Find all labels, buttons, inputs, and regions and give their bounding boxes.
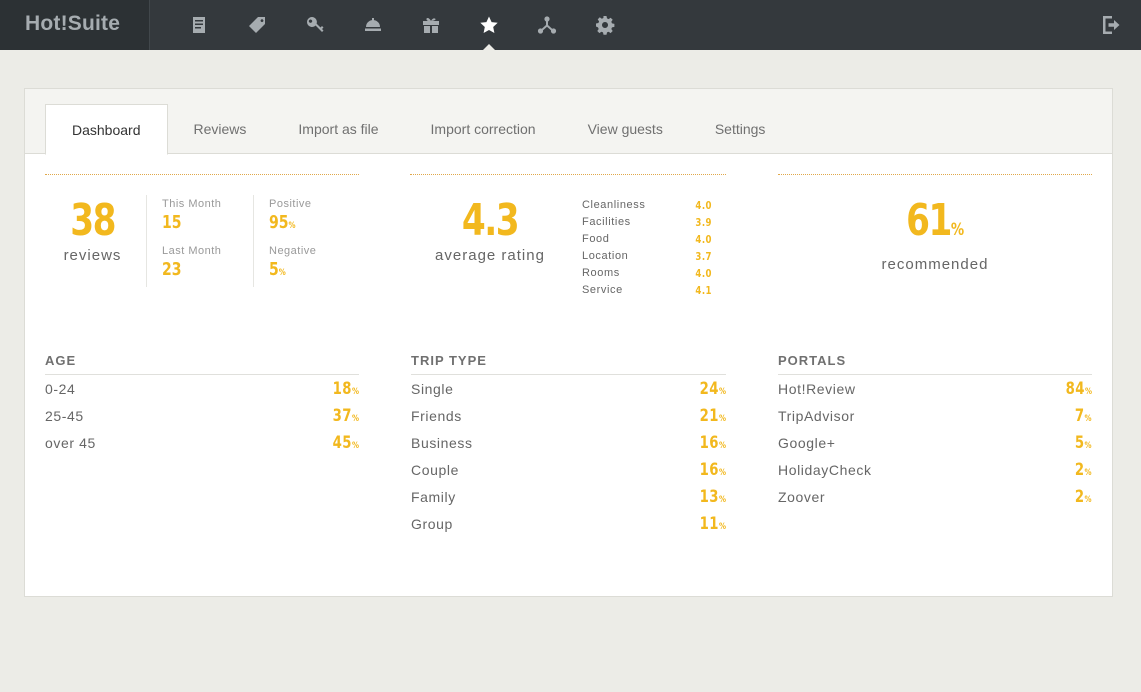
list-item: Group 11% bbox=[411, 513, 726, 534]
nav-item-reviews[interactable] bbox=[460, 0, 518, 50]
rating-row: Food 4.0 bbox=[582, 233, 712, 246]
negative-label: Negative bbox=[269, 245, 317, 257]
rating-row: Location 3.7 bbox=[582, 250, 712, 263]
list-item: Family 13% bbox=[411, 486, 726, 507]
rating-row: Facilities 3.9 bbox=[582, 216, 712, 229]
this-month-value: 15 bbox=[162, 212, 182, 233]
dashboard-panel: Dashboard Reviews Import as file Import … bbox=[24, 88, 1113, 597]
nav-icon-bar bbox=[170, 0, 634, 50]
gift-icon bbox=[423, 17, 439, 33]
reviews-summary: 38 reviews This Month 15 Last Month 23 P… bbox=[45, 174, 359, 304]
list-item: Hot!Review 84% bbox=[778, 378, 1092, 399]
list-item: over 45 45% bbox=[45, 432, 359, 453]
top-navigation-bar: Hot!Suite bbox=[0, 0, 1141, 50]
age-list: AGE 0-24 18% 25-45 37% over 45 45% bbox=[45, 353, 359, 456]
rating-row: Cleanliness 4.0 bbox=[582, 199, 712, 212]
gear-icon bbox=[596, 16, 615, 35]
trip-type-heading: TRIP TYPE bbox=[411, 353, 726, 375]
rating-summary: 4.3 average rating Cleanliness 4.0 Facili… bbox=[410, 174, 726, 304]
nav-item-gifts[interactable] bbox=[402, 0, 460, 50]
list-item: Friends 21% bbox=[411, 405, 726, 426]
tab-view-guests[interactable]: View guests bbox=[562, 104, 689, 154]
reviews-label: reviews bbox=[63, 247, 122, 264]
recommended-value: 61% bbox=[906, 195, 964, 246]
reviews-count: 38 bbox=[70, 195, 116, 246]
tab-import-as-file[interactable]: Import as file bbox=[272, 104, 404, 154]
last-month-label: Last Month bbox=[162, 245, 222, 257]
positive-value: 95% bbox=[269, 212, 296, 233]
nav-item-service[interactable] bbox=[344, 0, 402, 50]
network-icon bbox=[537, 16, 557, 34]
key-icon bbox=[307, 17, 324, 32]
logout-button[interactable] bbox=[1101, 14, 1123, 36]
list-item: 25-45 37% bbox=[45, 405, 359, 426]
trip-type-list: TRIP TYPE Single 24% Friends 21% Business 1… bbox=[411, 353, 726, 537]
portals-heading: PORTALS bbox=[778, 353, 1092, 375]
tab-dashboard[interactable]: Dashboard bbox=[45, 104, 168, 155]
recommended-summary: 61% recommended bbox=[778, 174, 1092, 304]
divider bbox=[146, 195, 147, 287]
list-item: 0-24 18% bbox=[45, 378, 359, 399]
this-month-label: This Month bbox=[162, 198, 222, 210]
average-rating-value: 4.3 bbox=[461, 195, 520, 246]
list-item: Business 16% bbox=[411, 432, 726, 453]
list-item: Single 24% bbox=[411, 378, 726, 399]
tag-icon bbox=[249, 17, 265, 33]
tab-reviews[interactable]: Reviews bbox=[168, 104, 273, 154]
service-bell-icon bbox=[365, 18, 381, 31]
this-month-stat: This Month 15 bbox=[162, 197, 221, 235]
list-item: Google+ 5% bbox=[778, 432, 1092, 453]
rating-breakdown: Cleanliness 4.0 Facilities 3.9 Food 4.0 Loc… bbox=[582, 197, 712, 299]
nav-item-documents[interactable] bbox=[170, 0, 228, 50]
last-month-stat: Last Month 23 bbox=[162, 244, 221, 282]
last-month-value: 23 bbox=[162, 259, 182, 280]
document-icon bbox=[193, 17, 205, 33]
rating-row: Rooms 4.0 bbox=[582, 267, 712, 280]
app-logo[interactable]: Hot!Suite bbox=[0, 0, 150, 50]
nav-item-tags[interactable] bbox=[228, 0, 286, 50]
recommended-label: recommended bbox=[881, 256, 989, 273]
positive-label: Positive bbox=[269, 198, 312, 210]
list-item: HolidayCheck 2% bbox=[778, 459, 1092, 480]
tab-bar: Dashboard Reviews Import as file Import … bbox=[25, 89, 1112, 155]
average-rating-label: average rating bbox=[435, 247, 545, 264]
negative-value: 5% bbox=[269, 259, 286, 280]
tab-import-correction[interactable]: Import correction bbox=[405, 104, 562, 154]
portals-list: PORTALS Hot!Review 84% TripAdvisor 7% Goog… bbox=[778, 353, 1092, 510]
nav-item-network[interactable] bbox=[518, 0, 576, 50]
nav-item-keys[interactable] bbox=[286, 0, 344, 50]
logout-icon bbox=[1103, 16, 1120, 34]
rating-row: Service 4.1 bbox=[582, 284, 712, 297]
nav-item-settings[interactable] bbox=[576, 0, 634, 50]
list-item: TripAdvisor 7% bbox=[778, 405, 1092, 426]
tab-settings[interactable]: Settings bbox=[689, 104, 792, 154]
positive-stat: Positive 95% bbox=[269, 197, 312, 238]
divider bbox=[253, 195, 254, 287]
age-heading: AGE bbox=[45, 353, 359, 375]
negative-stat: Negative 5% bbox=[269, 244, 316, 285]
star-icon bbox=[480, 16, 498, 33]
list-item: Zoover 2% bbox=[778, 486, 1092, 507]
list-item: Couple 16% bbox=[411, 459, 726, 480]
